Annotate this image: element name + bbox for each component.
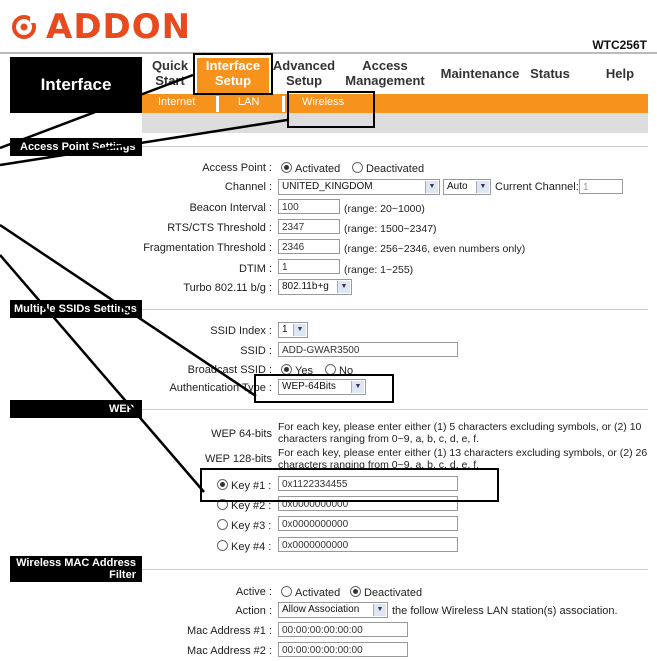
callout-lines <box>0 73 288 493</box>
